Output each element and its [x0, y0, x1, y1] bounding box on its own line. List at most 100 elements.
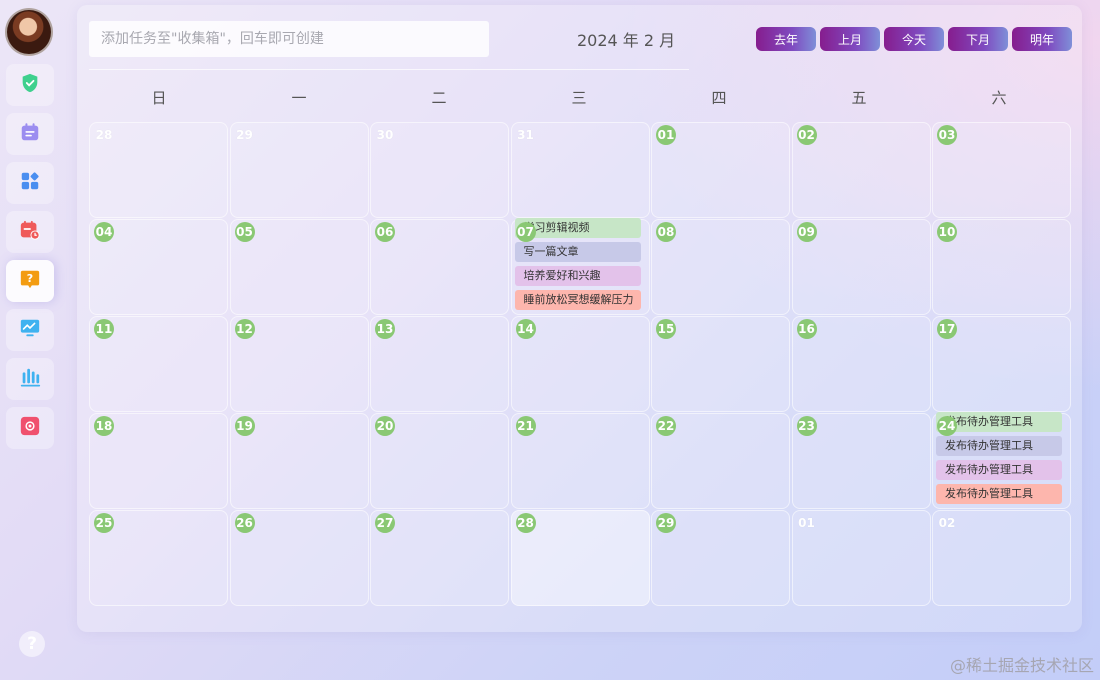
- calendar-day-cell[interactable]: 04: [89, 219, 228, 315]
- calendar-day-cell[interactable]: 05: [229, 219, 369, 315]
- day-number: 02: [938, 516, 956, 530]
- calendar-day-cell[interactable]: 发布待办管理工具 发布待办管理工具 发布待办管理工具 发布待办管理工具 24: [932, 412, 1071, 509]
- next-month-button[interactable]: 下月: [948, 27, 1008, 51]
- calendar-day-cell[interactable]: 02: [791, 122, 931, 218]
- weekday-sun: 日: [151, 89, 167, 107]
- calendar-day-cell[interactable]: 学习剪辑视频 写一篇文章 培养爱好和兴趣 睡前放松冥想缓解压力 07: [510, 218, 650, 315]
- calendar-day-cell[interactable]: 31: [510, 122, 650, 218]
- day-number: 16: [796, 319, 817, 339]
- month-nav-buttons: 去年 上月 今天 下月 明年: [756, 27, 1072, 51]
- sidebar-item-apps[interactable]: [6, 162, 54, 204]
- day-number: 28: [95, 128, 113, 142]
- calendar-day-cell[interactable]: 17: [932, 316, 1071, 412]
- calendar-day-cell[interactable]: 29: [229, 122, 369, 218]
- day-number: 30: [376, 128, 394, 142]
- prev-year-button[interactable]: 去年: [756, 27, 816, 51]
- calendar-panel: 2024 年 2 月 去年 上月 今天 下月 明年 日 一 二 三 四 五 六 …: [77, 5, 1082, 632]
- sidebar-item-question[interactable]: ?: [6, 260, 54, 302]
- user-avatar[interactable]: [5, 8, 53, 56]
- calendar-day-cell[interactable]: 13: [370, 316, 509, 412]
- day-number: 04: [94, 222, 114, 242]
- sidebar: ? ?: [0, 0, 62, 680]
- header-divider: [89, 69, 689, 70]
- calendar-day-cell[interactable]: 29: [651, 510, 790, 606]
- calendar-day-cell[interactable]: 25: [89, 510, 228, 606]
- day-number: 24: [937, 416, 957, 436]
- sidebar-item-calendar[interactable]: [6, 113, 54, 155]
- sidebar-item-bar-chart[interactable]: [6, 358, 54, 400]
- calendar-day-cell[interactable]: 19: [229, 413, 369, 509]
- day-number: 06: [375, 222, 395, 242]
- event-item[interactable]: 睡前放松冥想缓解压力: [514, 290, 641, 310]
- calendar-day-cell[interactable]: 14: [510, 316, 650, 412]
- day-number: 27: [375, 513, 395, 533]
- bar-chart-icon: [19, 366, 41, 392]
- calendar-day-cell[interactable]: 27: [370, 510, 509, 606]
- calendar-day-cell[interactable]: 08: [651, 219, 790, 315]
- day-number: 25: [94, 513, 114, 533]
- day-number: 09: [796, 222, 817, 242]
- event-item[interactable]: 发布待办管理工具: [936, 436, 1062, 456]
- weekday-fri: 五: [851, 89, 867, 107]
- next-year-button[interactable]: 明年: [1012, 27, 1072, 51]
- weekday-mon: 一: [291, 89, 307, 107]
- calendar-day-cell[interactable]: 30: [370, 122, 509, 218]
- calendar-day-cell[interactable]: 28: [510, 510, 650, 606]
- weekday-header: 日 一 二 三 四 五 六: [89, 87, 1069, 108]
- prev-month-button[interactable]: 上月: [820, 27, 880, 51]
- flower-badge-icon: [19, 415, 41, 441]
- day-number: 17: [937, 319, 957, 339]
- calendar-day-cell[interactable]: 20: [370, 413, 509, 509]
- weekday-thu: 四: [711, 89, 727, 107]
- calendar-day-cell[interactable]: 10: [932, 219, 1071, 315]
- month-title: 2024 年 2 月: [577, 31, 676, 50]
- calendar-day-cell[interactable]: 18: [89, 413, 228, 509]
- sidebar-item-calendar-clock[interactable]: [6, 211, 54, 253]
- calendar-day-cell[interactable]: 16: [791, 316, 931, 412]
- question-icon: ?: [19, 268, 41, 294]
- day-number: 31: [517, 128, 534, 142]
- event-item[interactable]: 发布待办管理工具: [936, 460, 1062, 480]
- calendar-day-cell[interactable]: 03: [932, 122, 1071, 218]
- calendar-day-cell[interactable]: 09: [791, 219, 931, 315]
- day-number: 02: [796, 125, 817, 145]
- watermark: @稀土掘金技术社区: [949, 656, 1094, 675]
- calendar-day-cell[interactable]: 23: [791, 413, 931, 509]
- today-button[interactable]: 今天: [884, 27, 944, 51]
- day-number: 19: [234, 416, 255, 436]
- sidebar-item-monitor-chart[interactable]: [6, 309, 54, 351]
- calendar-icon: [19, 121, 41, 147]
- day-number: 11: [94, 319, 114, 339]
- calendar-day-cell[interactable]: 06: [370, 219, 509, 315]
- sidebar-item-shield[interactable]: [6, 64, 54, 106]
- event-item[interactable]: 发布待办管理工具: [936, 484, 1062, 504]
- day-number: 15: [656, 319, 676, 339]
- calendar-day-cell[interactable]: 11: [89, 316, 228, 412]
- sidebar-item-flower-badge[interactable]: [6, 407, 54, 449]
- calendar-day-cell[interactable]: 02: [932, 510, 1071, 606]
- day-number: 14: [515, 319, 536, 339]
- day-number: 29: [236, 128, 253, 142]
- add-task-input[interactable]: [89, 21, 489, 57]
- apps-icon: [19, 170, 41, 196]
- day-number: 07: [515, 222, 536, 242]
- calendar-day-cell[interactable]: 01: [791, 510, 931, 606]
- calendar-day-cell[interactable]: 26: [229, 510, 369, 606]
- calendar-day-cell[interactable]: 12: [229, 316, 369, 412]
- day-number: 01: [656, 125, 676, 145]
- help-icon[interactable]: ?: [19, 631, 45, 657]
- day-number: 13: [375, 319, 395, 339]
- calendar-day-cell[interactable]: 21: [510, 413, 650, 509]
- calendar-day-cell[interactable]: 15: [651, 316, 790, 412]
- calendar-day-cell[interactable]: 01: [651, 122, 790, 218]
- monitor-chart-icon: [19, 317, 41, 343]
- day-number: 22: [656, 416, 676, 436]
- event-item[interactable]: 写一篇文章: [514, 242, 641, 262]
- day-number: 21: [515, 416, 536, 436]
- day-number: 12: [234, 319, 255, 339]
- calendar-day-cell[interactable]: 22: [651, 413, 790, 509]
- weekday-sat: 六: [991, 89, 1007, 107]
- svg-text:?: ?: [27, 272, 33, 285]
- event-item[interactable]: 培养爱好和兴趣: [514, 266, 641, 286]
- calendar-day-cell[interactable]: 28: [89, 122, 228, 218]
